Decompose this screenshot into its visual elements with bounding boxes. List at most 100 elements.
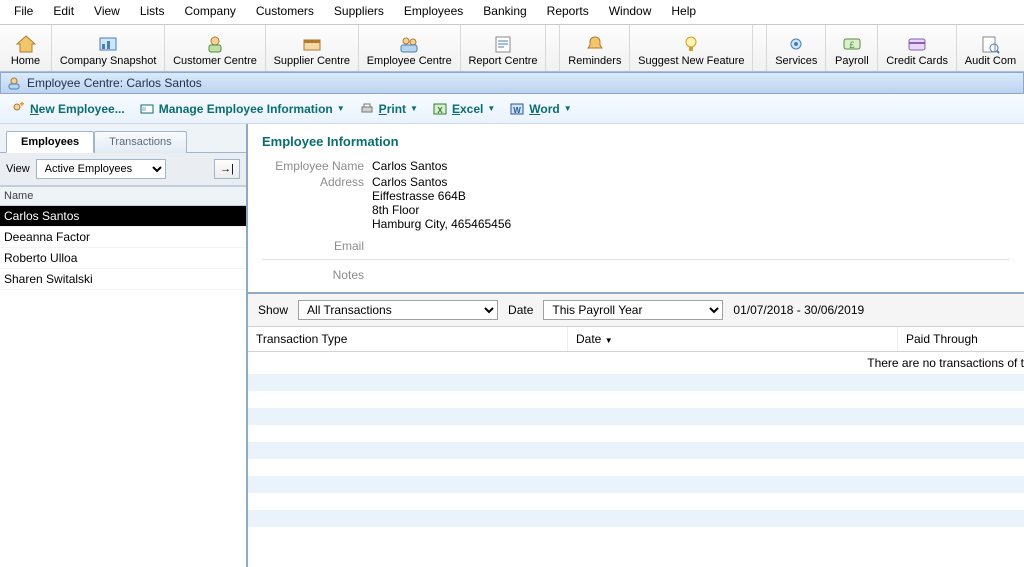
menubar: File Edit View Lists Company Customers S… — [0, 0, 1024, 24]
menu-edit[interactable]: Edit — [43, 2, 84, 20]
menu-banking[interactable]: Banking — [473, 2, 536, 20]
word-icon: W — [509, 101, 525, 117]
col-transaction-type[interactable]: Transaction Type — [248, 327, 568, 351]
menu-help[interactable]: Help — [661, 2, 706, 20]
tb-label: Reminders — [568, 55, 621, 67]
payroll-icon: £ — [840, 33, 864, 55]
main-toolbar: Home Company Snapshot Customer Centre Su… — [0, 24, 1024, 72]
table-row — [248, 391, 1024, 408]
list-item[interactable]: Deeanna Factor — [0, 227, 246, 248]
employee-icon — [397, 33, 421, 55]
employee-info-panel: Employee Information Employee Name Carlo… — [248, 124, 1024, 292]
word-button[interactable]: W Word ▼ — [509, 101, 571, 117]
tb-services[interactable]: Services — [767, 25, 826, 71]
goto-button[interactable]: →| — [214, 159, 240, 179]
tb-label: Suggest New Feature — [638, 55, 744, 67]
menu-file[interactable]: File — [4, 2, 43, 20]
cmd-label: ew Employee... — [39, 102, 125, 116]
menu-customers[interactable]: Customers — [246, 2, 324, 20]
tb-supplier-centre[interactable]: Supplier Centre — [266, 25, 359, 71]
table-row — [248, 493, 1024, 510]
tb-home[interactable]: Home — [0, 25, 52, 71]
snapshot-icon — [96, 33, 120, 55]
left-pane: Employees Transactions View Active Emplo… — [0, 124, 248, 567]
tb-label: Payroll — [835, 55, 869, 67]
new-employee-button[interactable]: New Employee... — [10, 101, 125, 117]
list-item[interactable]: Carlos Santos — [0, 206, 246, 227]
manage-employee-info-button[interactable]: Manage Employee Information ▼ — [139, 101, 345, 117]
list-item[interactable]: Sharen Switalski — [0, 269, 246, 290]
menu-reports[interactable]: Reports — [537, 2, 599, 20]
tab-transactions[interactable]: Transactions — [94, 131, 187, 153]
label-employee-name: Employee Name — [262, 159, 372, 173]
menu-suppliers[interactable]: Suppliers — [324, 2, 394, 20]
table-row — [248, 527, 1024, 544]
table-row — [248, 442, 1024, 459]
menu-employees[interactable]: Employees — [394, 2, 473, 20]
main-split: Employees Transactions View Active Emplo… — [0, 124, 1024, 567]
value-address: Carlos Santos Eiffestrasse 664B 8th Floo… — [372, 175, 511, 231]
col-date[interactable]: Date ▼ — [568, 327, 898, 351]
menu-company[interactable]: Company — [175, 2, 246, 20]
address-line: 8th Floor — [372, 203, 511, 217]
svg-text:X: X — [437, 106, 443, 115]
list-header-name[interactable]: Name — [0, 187, 246, 206]
left-tabs: Employees Transactions — [0, 124, 246, 153]
tb-employee-centre[interactable]: Employee Centre — [359, 25, 461, 71]
table-row — [248, 374, 1024, 391]
tx-empty-message: There are no transactions of t — [248, 352, 1024, 374]
tb-audit-com[interactable]: Audit Com — [957, 25, 1024, 71]
window-titlebar: Employee Centre: Carlos Santos — [0, 72, 1024, 94]
tb-label: Company Snapshot — [60, 55, 157, 67]
tb-credit-cards[interactable]: Credit Cards — [878, 25, 957, 71]
tab-employees[interactable]: Employees — [6, 131, 94, 153]
chevron-down-icon: ▼ — [564, 104, 572, 113]
lightbulb-icon — [679, 33, 703, 55]
info-title: Employee Information — [262, 134, 1010, 149]
date-label: Date — [508, 303, 533, 317]
list-item[interactable]: Roberto Ulloa — [0, 248, 246, 269]
tb-label: Home — [11, 55, 40, 67]
svg-text:W: W — [513, 106, 521, 115]
tb-suggest-feature[interactable]: Suggest New Feature — [630, 25, 753, 71]
chevron-down-icon: ▼ — [337, 104, 345, 113]
date-range-text: 01/07/2018 - 30/06/2019 — [733, 303, 864, 317]
tb-report-centre[interactable]: Report Centre — [461, 25, 547, 71]
new-employee-icon — [10, 101, 26, 117]
supplier-icon — [300, 33, 324, 55]
date-select[interactable]: This Payroll Year — [543, 300, 723, 320]
tb-label: Supplier Centre — [274, 55, 350, 67]
address-line: Carlos Santos — [372, 175, 511, 189]
audit-icon — [978, 33, 1002, 55]
col-paid-through[interactable]: Paid Through — [898, 327, 1024, 351]
label-notes: Notes — [262, 268, 372, 282]
tb-label: Audit Com — [965, 55, 1016, 67]
cmd-label: rint — [387, 102, 406, 116]
excel-icon: X — [432, 101, 448, 117]
label-email: Email — [262, 239, 372, 253]
menu-lists[interactable]: Lists — [130, 2, 175, 20]
transactions-filter-bar: Show All Transactions Date This Payroll … — [248, 292, 1024, 327]
value-employee-name: Carlos Santos — [372, 159, 447, 173]
svg-text:£: £ — [849, 40, 854, 50]
show-label: Show — [258, 303, 288, 317]
view-row: View Active Employees →| — [0, 153, 246, 186]
show-select[interactable]: All Transactions — [298, 300, 498, 320]
chevron-down-icon: ▼ — [410, 104, 418, 113]
tb-payroll[interactable]: £ Payroll — [826, 25, 878, 71]
view-select[interactable]: Active Employees — [36, 159, 166, 179]
table-row — [248, 476, 1024, 493]
divider — [262, 259, 1010, 260]
excel-button[interactable]: X Excel ▼ — [432, 101, 495, 117]
print-button[interactable]: Print ▼ — [359, 101, 418, 117]
tx-header-row: Transaction Type Date ▼ Paid Through — [248, 327, 1024, 352]
tb-customer-centre[interactable]: Customer Centre — [165, 25, 265, 71]
tb-label: Credit Cards — [886, 55, 948, 67]
tb-company-snapshot[interactable]: Company Snapshot — [52, 25, 165, 71]
cmd-label: Manage Employee Information — [159, 102, 333, 116]
tb-reminders[interactable]: Reminders — [560, 25, 630, 71]
menu-view[interactable]: View — [84, 2, 130, 20]
view-label: View — [6, 163, 30, 175]
menu-window[interactable]: Window — [599, 2, 662, 20]
report-icon — [491, 33, 515, 55]
